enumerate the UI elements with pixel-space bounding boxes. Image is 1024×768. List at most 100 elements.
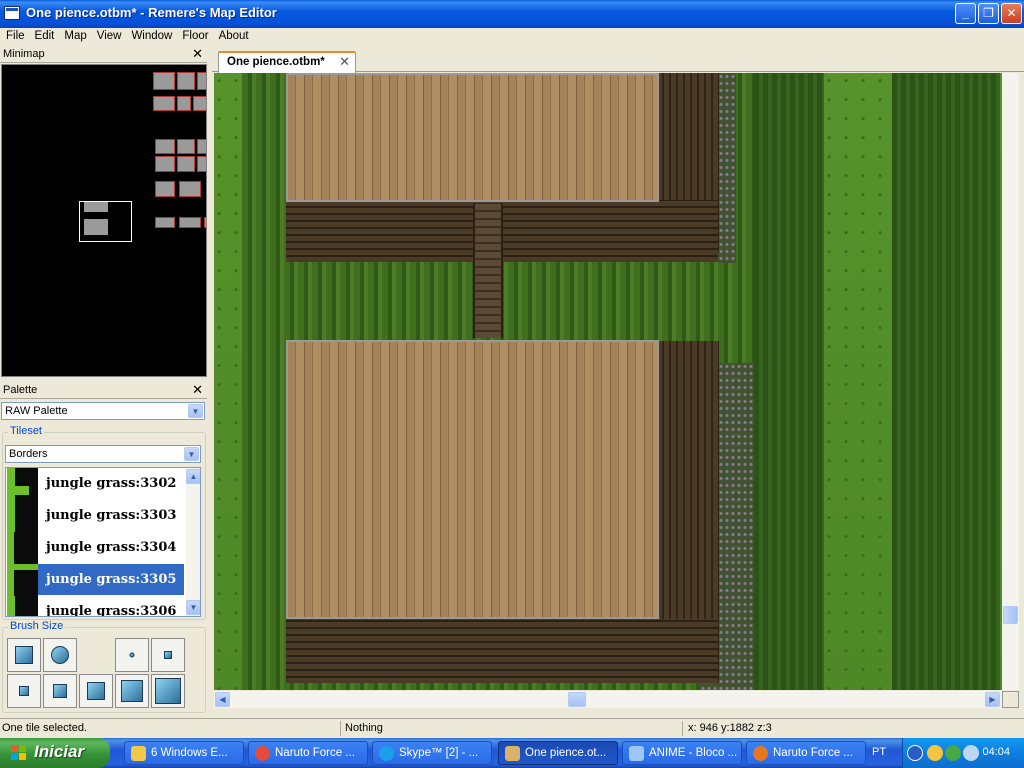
tile-list-scrollbar[interactable]: ▲ ▼ <box>186 468 200 616</box>
scrollbar-thumb[interactable] <box>1003 606 1018 624</box>
notification-icon[interactable] <box>963 745 979 761</box>
chevron-up-icon[interactable]: ▲ <box>186 469 200 484</box>
maximize-button[interactable]: ❐ <box>978 3 999 24</box>
chrome-icon <box>255 746 270 761</box>
chevron-left-icon[interactable]: ◀ <box>215 692 230 707</box>
chevron-down-icon[interactable]: ▼ <box>188 404 203 418</box>
list-item[interactable]: jungle grass:3302 <box>6 468 186 500</box>
list-item[interactable]: jungle grass:3303 <box>6 500 186 532</box>
menu-edit[interactable]: Edit <box>30 29 60 44</box>
tile-label: jungle grass:3305 <box>38 564 184 595</box>
square-brush-icon <box>121 680 143 702</box>
messenger-icon[interactable] <box>927 745 943 761</box>
brush-size-1-button[interactable] <box>115 638 149 672</box>
menu-about[interactable]: About <box>214 29 254 44</box>
grass-field <box>214 73 242 690</box>
brush-size-label: Brush Size <box>8 620 66 632</box>
tile-label: jungle grass:3303 <box>46 508 177 523</box>
list-item-selected[interactable]: jungle grass:3305 <box>6 564 186 596</box>
status-position: x: 946 y:1882 z:3 <box>688 722 772 734</box>
minimap-viewport[interactable] <box>79 201 132 242</box>
list-item[interactable]: jungle grass:3306 <box>6 596 186 617</box>
minimap-building <box>177 139 195 154</box>
list-item[interactable]: jungle grass:3304 <box>6 532 186 564</box>
building-roof <box>286 340 659 619</box>
tile-thumbnail <box>7 468 38 500</box>
menu-view[interactable]: View <box>92 29 127 44</box>
language-indicator[interactable]: PT <box>872 746 886 758</box>
grass-field <box>824 73 892 690</box>
taskbar-item-notepad[interactable]: ANIME - Bloco ... <box>622 741 742 765</box>
palette-header: Palette ✕ <box>0 382 207 399</box>
palette-close-icon[interactable]: ✕ <box>192 382 203 398</box>
taskbar-item-firefox[interactable]: Naruto Force ... <box>746 741 866 765</box>
minimap-building <box>153 96 175 111</box>
minimize-button[interactable]: _ <box>955 3 976 24</box>
minimap-building <box>204 217 206 228</box>
brush-size-7-button[interactable] <box>151 674 185 708</box>
menu-map[interactable]: Map <box>59 29 91 44</box>
brush-size-5-button[interactable] <box>79 674 113 708</box>
jungle-strip <box>892 73 1000 690</box>
taskbar-item-skype[interactable]: Skype™ [2] - ... <box>372 741 492 765</box>
map-horizontal-scrollbar[interactable]: ◀ ▶ <box>214 691 1002 708</box>
minimap-building <box>155 217 175 228</box>
clock: 04:04 <box>982 746 1010 758</box>
menu-window[interactable]: Window <box>126 29 177 44</box>
title-bar: One pience.otbm* - Remere's Map Editor _… <box>0 0 1024 28</box>
close-button[interactable]: ✕ <box>1001 3 1022 24</box>
taskbar-item-map-editor[interactable]: One pience.ot... <box>498 741 618 765</box>
minimap-building <box>197 72 206 90</box>
tile-thumbnail <box>7 532 38 564</box>
minimap-building <box>155 181 175 197</box>
scrollbar-corner <box>1002 691 1019 708</box>
taskbar: Iniciar 6 Windows E... Naruto Force ... … <box>0 738 1024 768</box>
minimap-building <box>177 72 195 90</box>
map-vertical-scrollbar[interactable] <box>1002 73 1019 690</box>
start-button[interactable]: Iniciar <box>0 738 110 768</box>
palette-select[interactable]: RAW Palette ▼ <box>1 402 205 420</box>
firefox-icon <box>753 746 768 761</box>
minimap-building <box>155 156 175 172</box>
square-brush-icon <box>19 686 29 696</box>
chevron-right-icon[interactable]: ▶ <box>985 692 1000 707</box>
scrollbar-thumb[interactable] <box>568 692 586 707</box>
tile-label: jungle grass:3306 <box>46 604 177 617</box>
map-editor-icon <box>505 746 520 761</box>
status-bar: One tile selected. Nothing x: 946 y:1882… <box>0 718 1024 738</box>
palette-select-value: RAW Palette <box>5 405 68 417</box>
close-icon[interactable]: ✕ <box>339 54 350 70</box>
tile-list[interactable]: jungle grass:3302 jungle grass:3303 jung… <box>5 467 201 617</box>
taskbar-item-chrome[interactable]: Naruto Force ... <box>248 741 368 765</box>
map-canvas[interactable] <box>214 73 1002 690</box>
taskbar-item-explorer[interactable]: 6 Windows E... <box>124 741 244 765</box>
menu-file[interactable]: File <box>1 29 30 44</box>
brush-size-6-button[interactable] <box>115 674 149 708</box>
minimap-building <box>179 217 201 228</box>
gravel-path <box>718 73 736 263</box>
minimap-close-icon[interactable]: ✕ <box>192 46 203 62</box>
task-label: Skype™ [2] - ... <box>399 747 479 759</box>
chevron-down-icon[interactable]: ▼ <box>186 600 200 615</box>
minimap-building <box>155 139 175 154</box>
tab-map-file[interactable]: One pience.otbm* ✕ <box>218 51 356 73</box>
brush-circle-button[interactable] <box>43 638 77 672</box>
chevron-down-icon[interactable]: ▼ <box>184 447 199 461</box>
chevron-left-icon[interactable] <box>907 745 923 761</box>
menu-floor[interactable]: Floor <box>177 29 213 44</box>
brush-square-small-button[interactable] <box>7 638 41 672</box>
square-brush-icon <box>15 646 33 664</box>
tab-label: One pience.otbm* <box>227 56 325 68</box>
status-selection: One tile selected. <box>2 722 87 734</box>
brush-size-3-button[interactable] <box>7 674 41 708</box>
brush-size-4-button[interactable] <box>43 674 77 708</box>
network-icon[interactable] <box>945 745 961 761</box>
square-brush-icon <box>155 678 181 704</box>
app-icon <box>4 6 20 20</box>
folder-icon <box>131 746 146 761</box>
brush-size-2-button[interactable] <box>151 638 185 672</box>
minimap-canvas[interactable] <box>1 64 207 377</box>
tileset-select[interactable]: Borders ▼ <box>5 445 201 463</box>
tile-label: jungle grass:3302 <box>46 476 177 491</box>
windows-flag-icon <box>11 745 27 761</box>
